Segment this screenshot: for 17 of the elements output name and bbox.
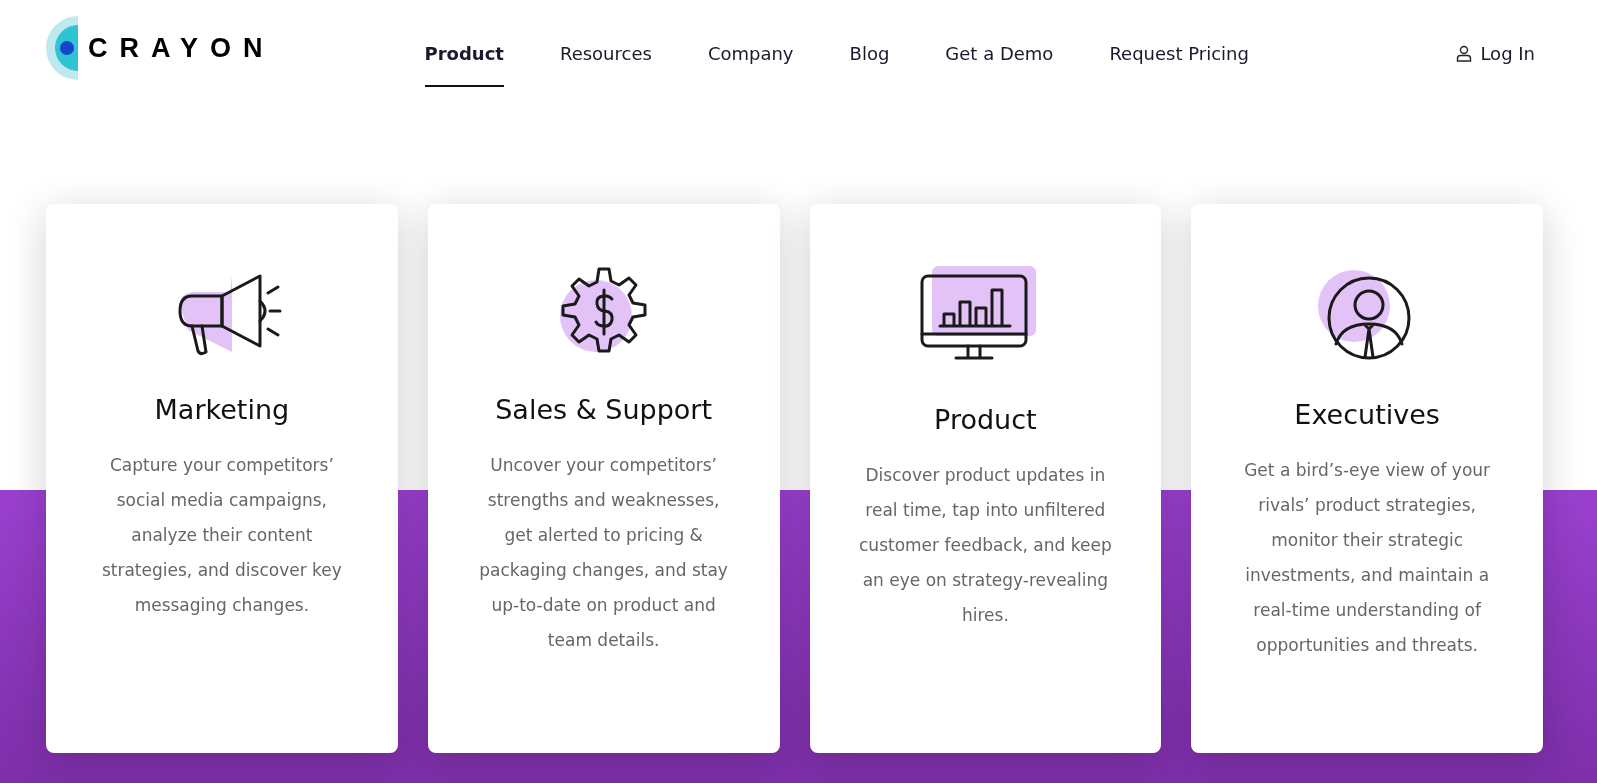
- brand-name: CRAYON: [88, 31, 275, 65]
- nav-link[interactable]: Resources: [559, 9, 652, 87]
- nav-link[interactable]: Product: [424, 9, 504, 87]
- card-description: Capture your competitors’ social media campaigns, analyze their content strategies, and discover key messaging changes.: [100, 454, 343, 618]
- nav-link[interactable]: Get a Demo: [945, 9, 1054, 87]
- card-title: Executives: [1293, 399, 1441, 432]
- card-title: Marketing: [153, 394, 291, 427]
- card-description: Discover product updates in real time, tap into unfiltered customer feedback, and keep an eye on strategy-revealing hires.: [858, 464, 1113, 628]
- nav-link[interactable]: Request Pricing: [1109, 9, 1249, 87]
- card-title: Product: [933, 404, 1038, 437]
- card-description: Get a bird’s-eye view of your rivals’ product strategies, monitor their strategic investments, and maintain a real-time understanding of opportunities and threats.: [1243, 459, 1492, 658]
- nav-link[interactable]: Company: [707, 9, 794, 87]
- user-icon: [1456, 44, 1473, 62]
- nav-link[interactable]: Blog: [849, 9, 890, 87]
- login-link[interactable]: Log In: [1456, 9, 1535, 87]
- card-title: Sales & Support: [494, 394, 714, 427]
- card-description: Uncover your competitors’ strengths and weaknesses, get alerted to pricing & packaging changes, and stay up-to-date on product and team details.: [478, 454, 729, 653]
